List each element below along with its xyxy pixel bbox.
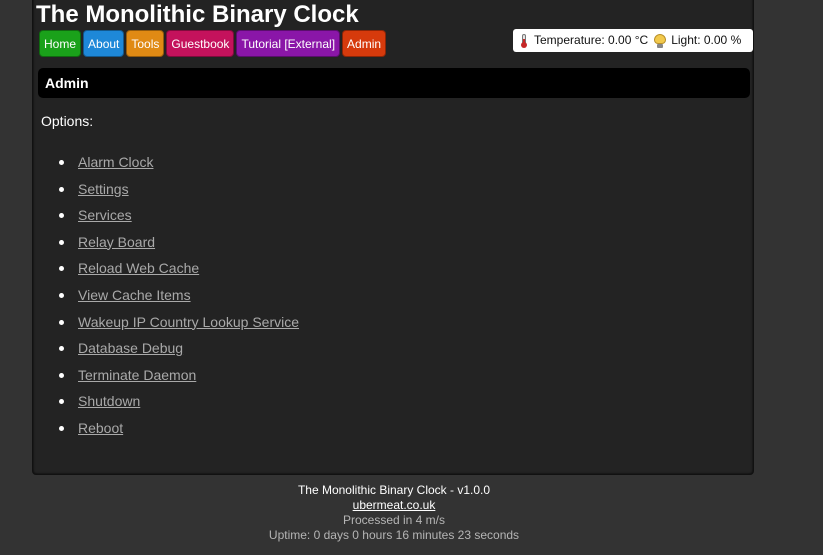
view-cache-items-link[interactable]: View Cache Items [78,287,191,303]
list-item: Reboot [58,419,299,446]
temperature-value: Temperature: 0.00 °C [534,33,649,47]
services-link[interactable]: Services [78,207,132,223]
page: The Monolithic Binary Clock Home About T… [0,0,823,555]
list-item: Alarm Clock [58,153,299,180]
list-item: Settings [58,180,299,207]
section-header: Admin [38,68,750,98]
nav-about-button[interactable]: About [83,30,125,57]
terminate-daemon-link[interactable]: Terminate Daemon [78,367,196,383]
list-item: View Cache Items [58,286,299,313]
footer-title: The Monolithic Binary Clock - v1.0.0 [297,483,491,497]
nav-admin-button[interactable]: Admin [342,30,387,57]
footer-site-link[interactable]: ubermeat.co.uk [353,498,436,512]
database-debug-link[interactable]: Database Debug [78,340,183,356]
list-item: Shutdown [58,392,299,419]
sensor-readout: Temperature: 0.00 °C Light: 0.00 % [513,29,753,52]
list-item: Database Debug [58,339,299,366]
nav-home-button[interactable]: Home [39,30,82,57]
relay-board-link[interactable]: Relay Board [78,234,155,250]
lightbulb-icon [654,33,667,48]
options-label: Options: [41,113,94,129]
list-item: Reload Web Cache [58,259,299,286]
nav-tools-button[interactable]: Tools [126,30,165,57]
wakeup-ip-lookup-link[interactable]: Wakeup IP Country Lookup Service [78,314,299,330]
options-list: Alarm Clock Settings Services Relay Boar… [58,153,299,446]
footer-processed: Processed in 4 m/s [342,513,446,527]
list-item: Wakeup IP Country Lookup Service [58,313,299,340]
list-item: Relay Board [58,233,299,260]
settings-link[interactable]: Settings [78,181,129,197]
light-value: Light: 0.00 % [671,33,742,47]
footer-uptime: Uptime: 0 days 0 hours 16 minutes 23 sec… [268,528,520,542]
footer: The Monolithic Binary Clock - v1.0.0 ube… [0,483,788,543]
list-item: Services [58,206,299,233]
main-nav: Home About Tools Guestbook Tutorial [Ext… [39,30,387,57]
reboot-link[interactable]: Reboot [78,420,123,436]
site-title: The Monolithic Binary Clock [36,1,359,28]
reload-web-cache-link[interactable]: Reload Web Cache [78,260,199,276]
thermometer-icon [521,33,527,48]
list-item: Terminate Daemon [58,366,299,393]
shutdown-link[interactable]: Shutdown [78,393,140,409]
nav-tutorial-button[interactable]: Tutorial [External] [236,30,341,57]
alarm-clock-link[interactable]: Alarm Clock [78,154,153,170]
nav-guestbook-button[interactable]: Guestbook [166,30,235,57]
